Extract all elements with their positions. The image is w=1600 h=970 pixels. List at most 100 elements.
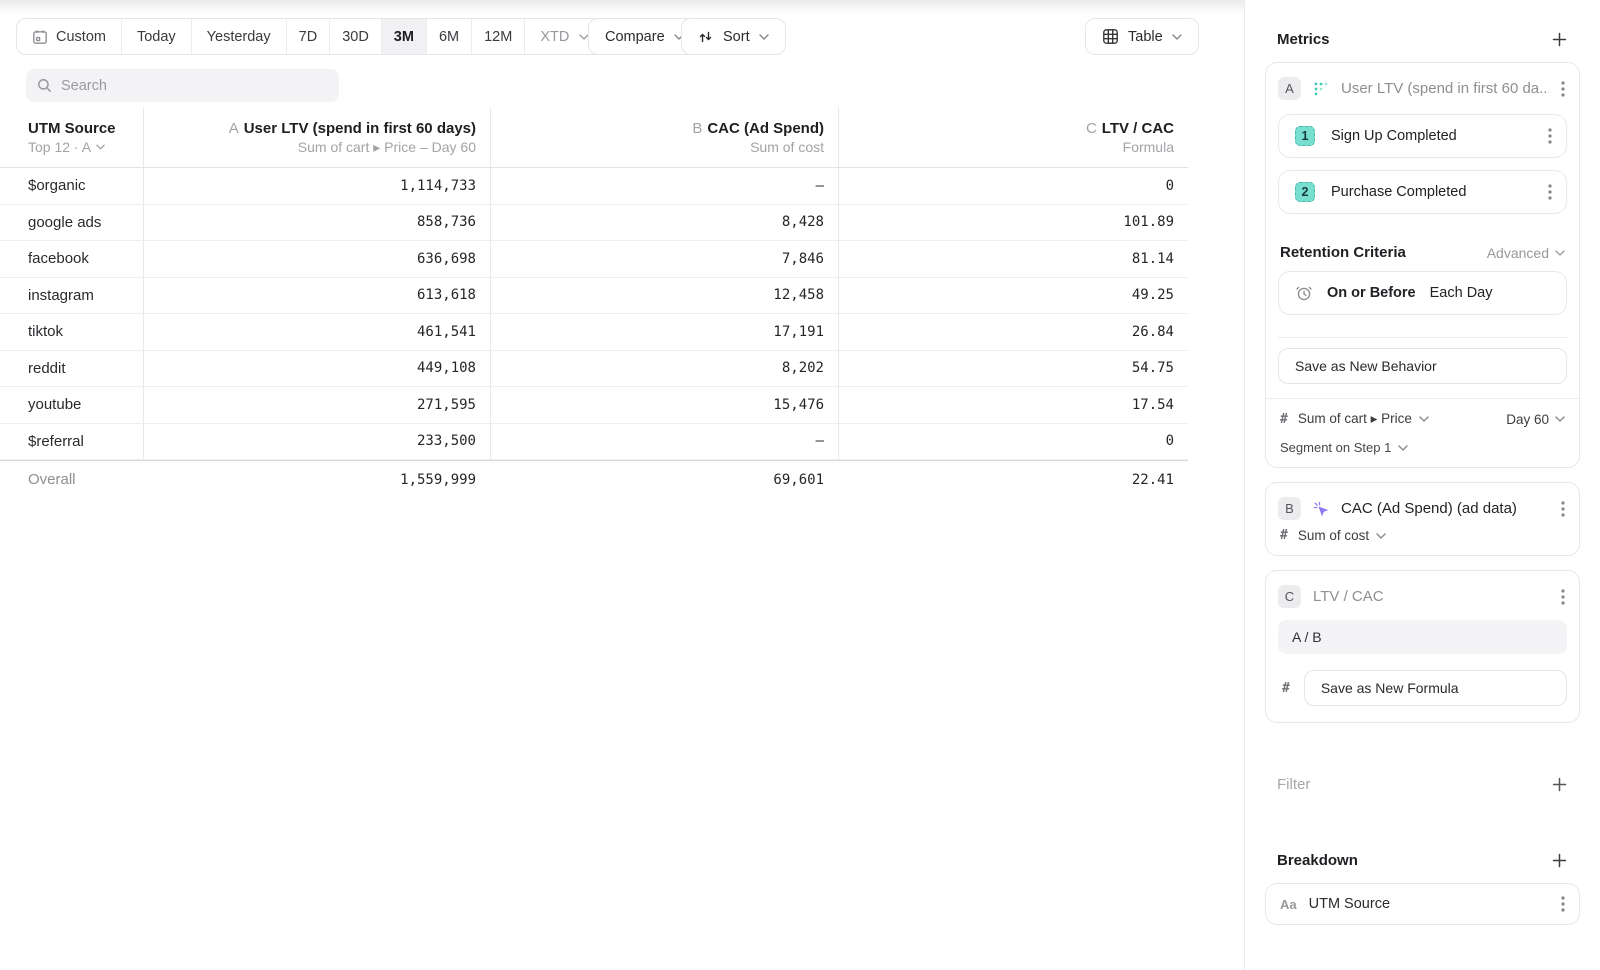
row-label: instagram bbox=[0, 278, 143, 314]
search-input[interactable] bbox=[61, 78, 328, 94]
column-header-utm-source: UTM Source bbox=[28, 120, 116, 137]
cell-b: 17,191 bbox=[490, 314, 838, 350]
cell-a: 233,500 bbox=[143, 424, 490, 460]
cell-a: 858,736 bbox=[143, 205, 490, 241]
text-property-icon: Aa bbox=[1280, 897, 1297, 912]
kebab-menu-icon[interactable] bbox=[1561, 501, 1565, 517]
range-3m-selected[interactable]: 3M bbox=[382, 19, 427, 54]
column-header-b: BCAC (Ad Spend) bbox=[692, 120, 824, 137]
metrics-heading: Metrics bbox=[1277, 31, 1330, 48]
results-table: UTM Source Top 12 · A AUser LTV (spend i… bbox=[0, 108, 1188, 498]
overall-a: 1,559,999 bbox=[143, 461, 490, 498]
cell-a: 271,595 bbox=[143, 387, 490, 423]
range-custom[interactable]: Custom bbox=[17, 19, 122, 54]
column-subtitle-b: Sum of cost bbox=[750, 139, 824, 155]
save-as-new-behavior-button[interactable]: Save as New Behavior bbox=[1278, 348, 1567, 384]
cell-a: 449,108 bbox=[143, 351, 490, 387]
alarm-clock-icon bbox=[1295, 284, 1313, 302]
table-row[interactable]: $referral 233,500 – 0 bbox=[0, 424, 1188, 461]
range-30d[interactable]: 30D bbox=[330, 19, 382, 54]
date-range-control: Custom Today Yesterday 7D 30D 3M 6M 12M … bbox=[16, 18, 605, 55]
table-row[interactable]: google ads 858,736 8,428 101.89 bbox=[0, 205, 1188, 242]
row-label: reddit bbox=[0, 351, 143, 387]
table-row[interactable]: facebook 636,698 7,846 81.14 bbox=[0, 241, 1188, 278]
funnel-step-1[interactable]: 1 Sign Up Completed bbox=[1278, 114, 1567, 158]
table-row[interactable]: $organic 1,114,733 – 0 bbox=[0, 168, 1188, 205]
window-dropdown[interactable]: Day 60 bbox=[1506, 412, 1565, 427]
metric-a-title: User LTV (spend in first 60 da... bbox=[1341, 80, 1549, 97]
kebab-menu-icon[interactable] bbox=[1561, 589, 1565, 605]
overall-b: 69,601 bbox=[490, 461, 838, 498]
sort-arrows-icon bbox=[698, 29, 714, 45]
cell-c: 81.14 bbox=[838, 241, 1188, 277]
column-header-c: CLTV / CAC bbox=[1086, 120, 1174, 137]
numeric-type-icon: # bbox=[1280, 528, 1288, 543]
overall-label: Overall bbox=[0, 461, 143, 498]
top12-dropdown[interactable]: Top 12 · A bbox=[28, 139, 105, 155]
formula-input[interactable]: A / B bbox=[1278, 620, 1567, 654]
cell-c: 54.75 bbox=[838, 351, 1188, 387]
range-yesterday[interactable]: Yesterday bbox=[192, 19, 287, 54]
cell-c: 49.25 bbox=[838, 278, 1188, 314]
cell-b: 8,202 bbox=[490, 351, 838, 387]
metric-c-title: LTV / CAC bbox=[1313, 588, 1549, 605]
metric-card-c: C LTV / CAC A / B # Save as New Formula bbox=[1265, 570, 1580, 723]
sort-button[interactable]: Sort bbox=[681, 18, 786, 55]
measure-dropdown[interactable]: Sum of cart ▸ Price bbox=[1298, 411, 1429, 427]
table-row[interactable]: youtube 271,595 15,476 17.54 bbox=[0, 387, 1188, 424]
breakdown-heading: Breakdown bbox=[1277, 852, 1358, 869]
cell-b: 12,458 bbox=[490, 278, 838, 314]
cell-a: 613,618 bbox=[143, 278, 490, 314]
main-content: Custom Today Yesterday 7D 30D 3M 6M 12M … bbox=[0, 0, 1244, 970]
table-row[interactable]: tiktok 461,541 17,191 26.84 bbox=[0, 314, 1188, 351]
funnel-step-2[interactable]: 2 Purchase Completed bbox=[1278, 170, 1567, 214]
breakdown-item-utm-source[interactable]: Aa UTM Source bbox=[1265, 883, 1580, 925]
cell-c: 0 bbox=[838, 168, 1188, 204]
row-label: $organic bbox=[0, 168, 143, 204]
range-12m[interactable]: 12M bbox=[472, 19, 525, 54]
table-row[interactable]: instagram 613,618 12,458 49.25 bbox=[0, 278, 1188, 315]
range-7d[interactable]: 7D bbox=[287, 19, 331, 54]
measure-dropdown[interactable]: Sum of cost bbox=[1298, 528, 1386, 543]
row-label: youtube bbox=[0, 387, 143, 423]
search-box bbox=[26, 69, 339, 102]
segment-dropdown[interactable]: Segment on Step 1 bbox=[1280, 440, 1565, 455]
metric-letter-badge: C bbox=[1278, 585, 1301, 608]
kebab-menu-icon[interactable] bbox=[1548, 184, 1552, 200]
save-as-new-formula-button[interactable]: Save as New Formula bbox=[1304, 670, 1567, 706]
numeric-type-icon: # bbox=[1280, 412, 1288, 427]
top-scroll-shadow bbox=[0, 0, 1244, 14]
kebab-menu-icon[interactable] bbox=[1548, 128, 1552, 144]
numeric-type-icon: # bbox=[1282, 681, 1290, 696]
kebab-menu-icon[interactable] bbox=[1561, 81, 1565, 97]
cell-b: 7,846 bbox=[490, 241, 838, 277]
add-metric-button[interactable] bbox=[1550, 30, 1568, 48]
metric-card-b: B CAC (Ad Spend) (ad data) # Sum of cost bbox=[1265, 482, 1580, 556]
cell-c: 17.54 bbox=[838, 387, 1188, 423]
chevron-down-icon bbox=[759, 34, 769, 40]
table-header-row: UTM Source Top 12 · A AUser LTV (spend i… bbox=[0, 108, 1188, 168]
chevron-down-icon bbox=[1172, 34, 1182, 40]
table-row[interactable]: reddit 449,108 8,202 54.75 bbox=[0, 351, 1188, 388]
cell-a: 461,541 bbox=[143, 314, 490, 350]
kebab-menu-icon[interactable] bbox=[1561, 896, 1565, 912]
metric-card-a: A User LTV (spend in first 60 da... 1 Si… bbox=[1265, 62, 1580, 468]
row-label: $referral bbox=[0, 424, 143, 460]
metric-letter-badge: B bbox=[1278, 497, 1301, 520]
calendar-icon bbox=[32, 29, 48, 45]
row-label: tiktok bbox=[0, 314, 143, 350]
cell-c: 26.84 bbox=[838, 314, 1188, 350]
filter-heading: Filter bbox=[1277, 776, 1310, 793]
add-breakdown-button[interactable] bbox=[1550, 851, 1568, 869]
retention-mode-dropdown[interactable]: Advanced bbox=[1487, 245, 1565, 261]
range-today[interactable]: Today bbox=[122, 19, 192, 54]
retention-condition[interactable]: On or Before Each Day bbox=[1278, 271, 1567, 315]
range-label: Custom bbox=[56, 29, 106, 45]
column-header-a: AUser LTV (spend in first 60 days) bbox=[229, 120, 476, 137]
add-filter-button[interactable] bbox=[1550, 775, 1568, 793]
cell-b: 8,428 bbox=[490, 205, 838, 241]
view-table-button[interactable]: Table bbox=[1085, 18, 1199, 55]
step-number-badge: 1 bbox=[1295, 126, 1315, 146]
range-6m[interactable]: 6M bbox=[427, 19, 472, 54]
cell-c: 0 bbox=[838, 424, 1188, 460]
